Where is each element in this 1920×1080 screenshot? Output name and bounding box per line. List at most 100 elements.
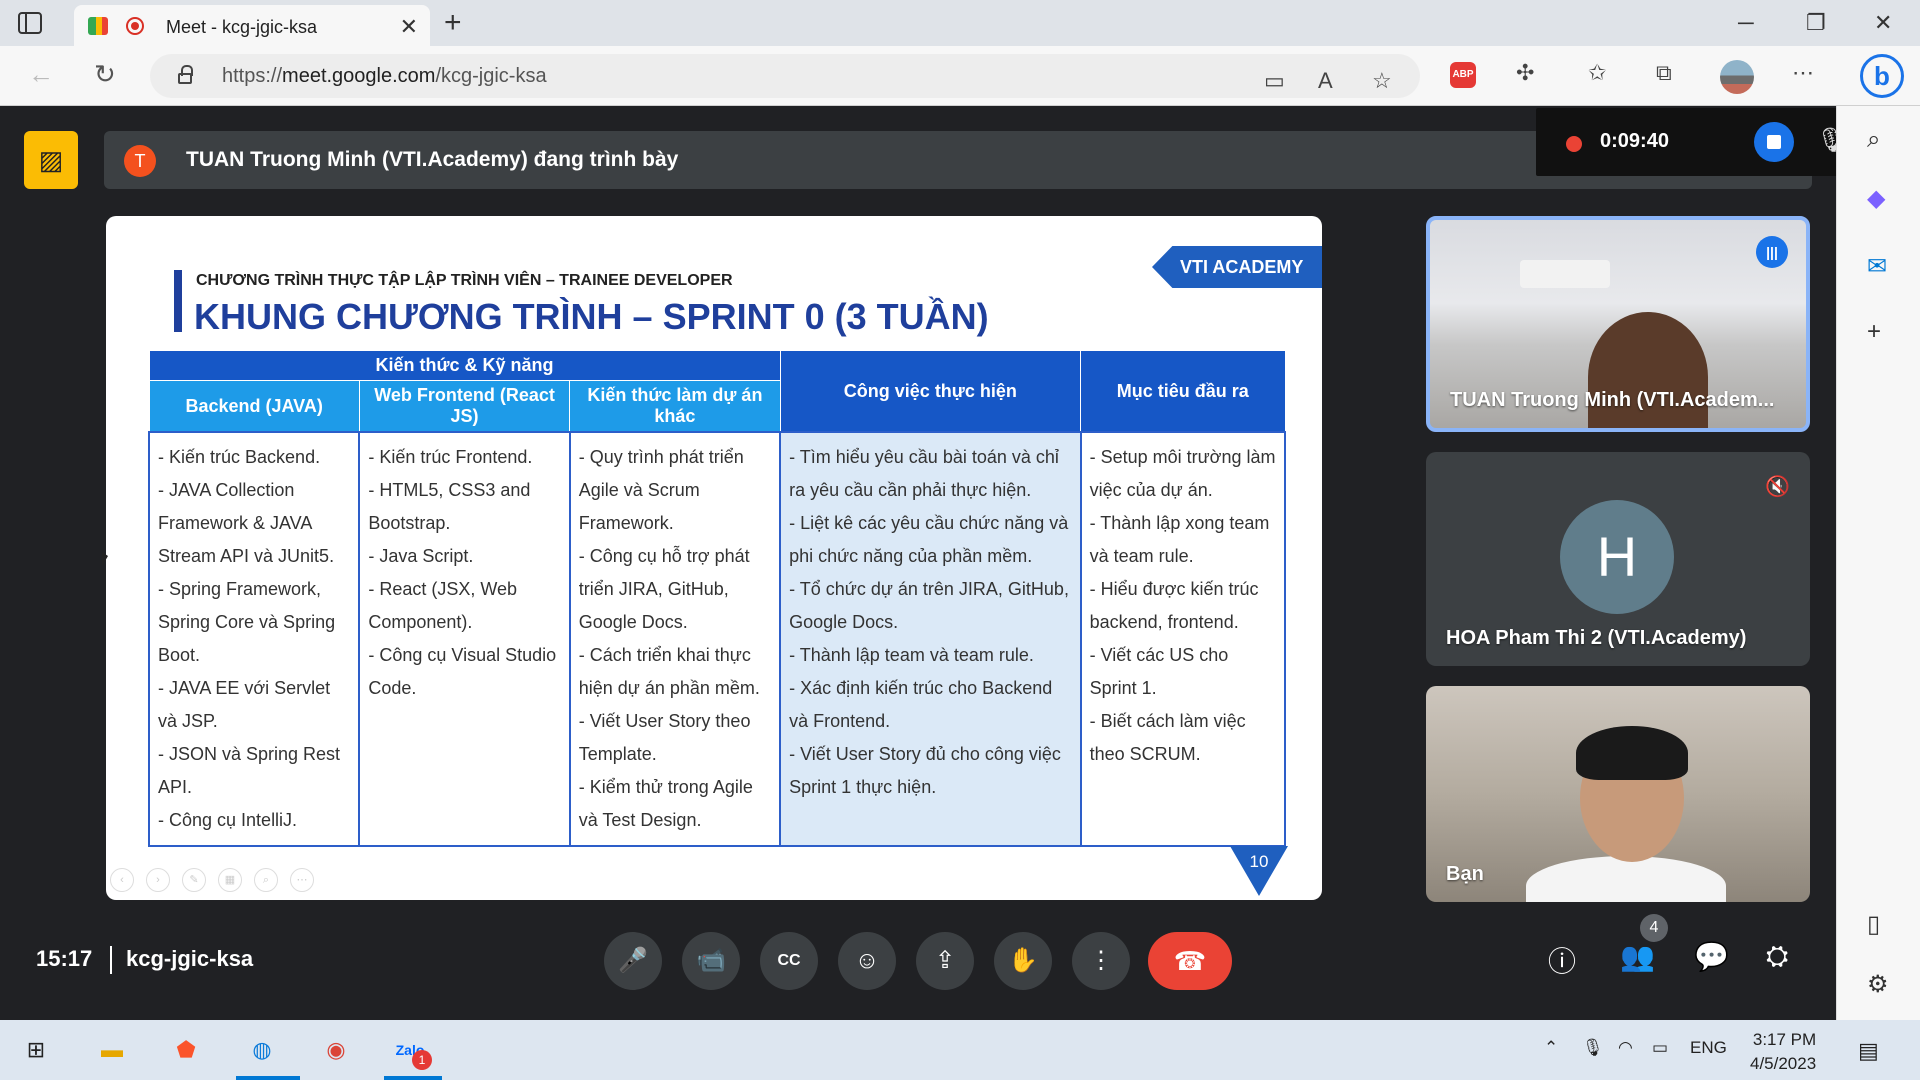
title-accent-bar	[174, 270, 182, 332]
chat-icon[interactable]: 💬	[1694, 940, 1729, 973]
table-cell: - Setup môi trường làm việc của dự án. -…	[1079, 431, 1287, 847]
more-options-icon[interactable]: ⋮	[1072, 932, 1130, 990]
browser-tab[interactable]: Meet - kcg-jgic-ksa ✕	[74, 5, 430, 46]
extensions-icon[interactable]: ✣	[1516, 60, 1534, 86]
recording-dot-icon	[1566, 136, 1582, 152]
bing-copilot-icon[interactable]: b	[1860, 54, 1904, 98]
participant-name: Bạn	[1446, 863, 1484, 885]
participant-tile-self[interactable]: Bạn	[1426, 686, 1810, 902]
edge-sidebar: ⌕ ◆ ✉ + ▯ ⚙	[1836, 106, 1920, 1020]
adblock-extension-icon[interactable]: ABP	[1450, 62, 1476, 88]
outlook-icon[interactable]: ✉	[1867, 252, 1887, 281]
participant-tile-hoa[interactable]: 🔇 H HOA Pham Thi 2 (VTI.Academy)	[1426, 452, 1810, 666]
slides-grid-icon[interactable]: ▦	[218, 868, 242, 892]
emoji-icon[interactable]: ☺	[838, 932, 896, 990]
presented-slide: CHƯƠNG TRÌNH THỰC TẬP LẬP TRÌNH VIÊN – T…	[106, 216, 1322, 900]
collections-icon[interactable]: ⧉	[1656, 60, 1672, 86]
system-date: 4/5/2023	[1750, 1054, 1817, 1073]
presenter-text: TUAN Truong Minh (VTI.Academy) đang trìn…	[186, 148, 679, 171]
camera-icon[interactable]: ▭	[1264, 68, 1285, 94]
participant-video	[1588, 312, 1708, 428]
meeting-code: kcg-jgic-ksa	[126, 946, 254, 971]
add-app-icon[interactable]: +	[1867, 318, 1881, 346]
present-screen-icon[interactable]: ⇪	[916, 932, 974, 990]
more-slide-options-icon[interactable]: ⋯	[290, 868, 314, 892]
show-hidden-icons-icon[interactable]: ⌃	[1544, 1038, 1558, 1058]
file-explorer-icon[interactable]: ▬	[94, 1032, 130, 1068]
table-header: Mục tiêu đầu ra	[1080, 350, 1286, 433]
hide-sidebar-icon[interactable]: ▯	[1867, 910, 1880, 939]
raise-hand-icon[interactable]: ✋	[994, 932, 1052, 990]
active-app-indicator	[384, 1076, 442, 1080]
windows-start-icon[interactable]: ⊞	[18, 1032, 54, 1068]
table-row: - Kiến trúc Backend. - JAVA Collection F…	[147, 431, 1287, 847]
pen-icon[interactable]: ✎	[182, 868, 206, 892]
active-app-indicator	[236, 1076, 300, 1080]
camera-button[interactable]: 📹	[682, 932, 740, 990]
battery-icon[interactable]: ▭	[1652, 1038, 1668, 1058]
participant-name: HOA Pham Thi 2 (VTI.Academy)	[1446, 627, 1747, 649]
captions-icon[interactable]: CC	[760, 932, 818, 990]
participant-avatar: H	[1560, 500, 1674, 614]
meet-favicon-icon	[88, 17, 108, 35]
meeting-info-icon[interactable]: ⓘ	[1548, 940, 1576, 980]
slide-page-number: 10	[1230, 846, 1288, 896]
system-clock[interactable]: 3:17 PM 4/5/2023	[1750, 1028, 1816, 1076]
mic-off-icon: 🔇	[1765, 476, 1790, 498]
curriculum-table: Kiến thức & Kỹ năng Công việc thực hiện …	[147, 350, 1287, 847]
edge-browser-icon[interactable]: ◍	[244, 1032, 280, 1068]
notifications-icon[interactable]: ▤	[1858, 1038, 1879, 1064]
participant-tile-presenter[interactable]: ||| TUAN Truong Minh (VTI.Academ...	[1426, 216, 1810, 432]
table-cell: - Quy trình phát triển Agile và Scrum Fr…	[568, 431, 782, 847]
prev-slide-icon[interactable]: ‹	[110, 868, 134, 892]
wifi-icon[interactable]: ◠	[1618, 1038, 1633, 1058]
copilot-app-icon[interactable]: ◆	[1867, 184, 1885, 213]
vti-academy-logo: VTI ACADEMY	[1152, 246, 1322, 288]
leave-call-button[interactable]: ☎	[1148, 932, 1232, 990]
table-group-header: Kiến thức & Kỹ năng	[148, 350, 781, 381]
next-slide-icon[interactable]: ›	[146, 868, 170, 892]
divider	[110, 946, 112, 974]
tab-actions-icon[interactable]	[18, 12, 42, 34]
new-tab-icon[interactable]: +	[444, 6, 462, 40]
language-indicator[interactable]: ENG	[1690, 1038, 1727, 1058]
minimize-icon[interactable]: ─	[1738, 10, 1754, 36]
slide-controls: ‹ › ✎ ▦ ⌕ ⋯	[110, 868, 314, 892]
read-aloud-icon[interactable]: A	[1318, 68, 1333, 94]
zoom-icon[interactable]: ⌕	[254, 868, 278, 892]
more-menu-icon[interactable]: ⋯	[1792, 60, 1814, 86]
favorite-add-icon[interactable]: ☆	[1372, 68, 1392, 94]
windows-taskbar: ⊞ ▬ ⬟ ◍ ◉ Zalo 1 ⌃ 🎙 ◠ ▭ ENG 3:17 PM 4/5…	[0, 1020, 1920, 1080]
chrome-icon[interactable]: ◉	[318, 1032, 354, 1068]
tray-mic-icon[interactable]: 🎙	[1582, 1038, 1604, 1058]
settings-gear-icon[interactable]: ⚙	[1867, 970, 1889, 999]
speaking-indicator-icon: |||	[1756, 236, 1788, 268]
search-icon[interactable]: ⌕	[1867, 126, 1880, 154]
address-bar[interactable]: https://meet.google.com/kcg-jgic-ksa ▭ A…	[150, 54, 1420, 98]
brave-browser-icon[interactable]: ⬟	[168, 1032, 204, 1068]
recording-panel: 0:09:40 🎙	[1536, 108, 1866, 176]
url-text[interactable]: https://meet.google.com/kcg-jgic-ksa	[222, 65, 547, 88]
favorites-icon[interactable]: ✩	[1588, 60, 1606, 86]
slide-title: KHUNG CHƯƠNG TRÌNH – SPRINT 0 (3 TUẦN)	[194, 296, 989, 337]
microphone-button[interactable]: 🎤	[604, 932, 662, 990]
table-header: Web Frontend (React JS)	[358, 380, 571, 433]
tab-title: Meet - kcg-jgic-ksa	[166, 17, 318, 37]
restore-icon[interactable]: ❐	[1806, 10, 1826, 36]
notification-badge: 1	[412, 1050, 432, 1070]
stop-presenting-icon[interactable]: ▨	[24, 131, 78, 189]
presenter-avatar: T	[124, 145, 156, 177]
back-icon[interactable]: ←	[28, 59, 54, 90]
lock-icon	[178, 65, 193, 84]
people-icon[interactable]: 👥	[1620, 940, 1655, 973]
profile-avatar[interactable]	[1720, 60, 1754, 94]
recording-icon	[126, 17, 144, 35]
participants-count-badge: 4	[1640, 914, 1668, 942]
mouse-cursor-icon	[102, 552, 108, 566]
reload-icon[interactable]: ↻	[94, 59, 116, 90]
close-window-icon[interactable]: ✕	[1874, 10, 1892, 36]
meeting-clock: 15:17	[36, 946, 93, 971]
close-tab-icon[interactable]: ✕	[400, 14, 418, 40]
stop-recording-button[interactable]	[1754, 122, 1794, 162]
activities-icon[interactable]: ⛭	[1766, 940, 1788, 973]
